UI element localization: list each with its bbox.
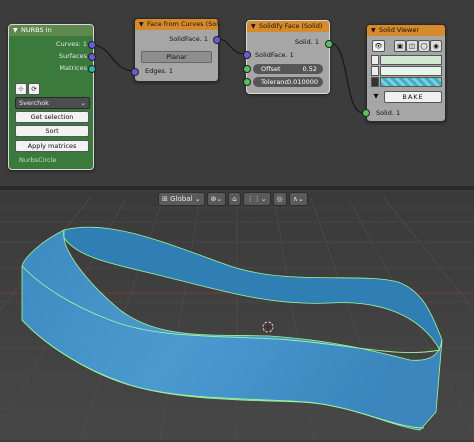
vertex-color-swatch[interactable]	[380, 55, 442, 65]
socket-matrices[interactable]	[88, 65, 96, 73]
offset-field[interactable]: Offset 0.52	[253, 64, 323, 74]
3d-viewport[interactable]	[0, 190, 474, 441]
tolerance-label: Toleranc	[261, 78, 288, 86]
socket-surfaces[interactable]	[88, 53, 96, 61]
edge-color-swatch[interactable]	[380, 66, 442, 76]
edge-row-icon	[371, 66, 379, 76]
link-solid	[329, 42, 364, 114]
nurbs-in-node[interactable]: ▼ NURBS In Curves: 1 Surfaces Matrices ⊹…	[8, 24, 94, 170]
socket-curves[interactable]	[88, 41, 96, 49]
socket-offset-in[interactable]	[243, 65, 251, 73]
solidify-face-node[interactable]: ▼ Solidify Face (Solid) Solid. 1 SolidFa…	[246, 20, 330, 94]
node-header[interactable]: ▼ NURBS In	[9, 25, 93, 36]
shading-icon[interactable]: ◉	[430, 40, 442, 52]
bake-label: BAKE	[402, 93, 424, 101]
viewport-header-toolbar: ⊞ Global ⌄ ⊛⌄ ⌂ ⋮⋮⌄ ◎ ∧⌄	[158, 192, 308, 206]
output-solidface: SolidFace. 1	[169, 35, 208, 43]
collapse-arrow-icon[interactable]: ▼	[13, 25, 18, 36]
collapse-arrow-icon[interactable]: ▼	[371, 25, 376, 36]
edge-mode-icon[interactable]: ◫	[406, 40, 418, 52]
apply-matrices-button[interactable]: Apply matrices	[15, 140, 89, 152]
tolerance-field[interactable]: Toleranc 0.010000	[253, 77, 323, 87]
bake-button[interactable]: BAKE	[384, 91, 442, 103]
socket-edges-in[interactable]	[131, 68, 139, 76]
node-title: Solid Viewer	[379, 26, 420, 34]
snap-toggle[interactable]: ⌂	[228, 192, 241, 206]
collapse-arrow-icon[interactable]: ▼	[251, 21, 256, 32]
planar-button[interactable]: Planar	[141, 51, 212, 63]
viewport-scene	[0, 190, 474, 441]
node-title: Face from Curves (Soli...	[147, 20, 218, 28]
output-curves: Curves: 1	[56, 40, 87, 48]
refresh-icon[interactable]: ⟳	[28, 83, 40, 95]
orientation-value: Global	[170, 195, 193, 203]
proportional-edit-toggle[interactable]: ◎	[272, 192, 287, 206]
falloff-icon: ∧⌄	[292, 195, 304, 203]
vertex-mode-icon[interactable]: ▣	[394, 40, 406, 52]
pivot-point-dropdown[interactable]: ⊛⌄	[206, 192, 227, 206]
input-solidface: SolidFace. 1	[255, 51, 294, 59]
input-edges: Edges. 1	[145, 67, 174, 75]
snap-target-dropdown[interactable]: ⋮⋮⌄	[242, 192, 271, 206]
link-curves-to-edges	[91, 44, 135, 72]
sort-button[interactable]: Sort	[15, 125, 89, 137]
input-solid: Solid. 1	[376, 109, 401, 117]
socket-tolerance-in[interactable]	[243, 78, 251, 86]
snap-target-icon: ⋮⋮⌄	[246, 195, 267, 203]
socket-solidface-in[interactable]	[243, 51, 251, 59]
face-row-icon	[371, 77, 379, 87]
filter-icon[interactable]: ▼	[371, 91, 381, 101]
offset-label: Offset	[261, 65, 281, 73]
object-name: NurbsCircle	[19, 156, 57, 164]
face-color-swatch[interactable]	[380, 77, 442, 87]
eye-icon[interactable]: 👁	[372, 40, 385, 52]
transform-orientation-dropdown[interactable]: ⊞ Global ⌄	[158, 192, 205, 206]
link-solidface	[216, 38, 247, 55]
chevron-down-icon: ⌄	[80, 99, 86, 107]
node-title: NURBS In	[21, 26, 52, 34]
dropdown-value: Sverchok	[19, 99, 49, 107]
offset-value: 0.52	[302, 65, 317, 73]
face-from-curves-node[interactable]: ▼ Face from Curves (Soli... SolidFace. 1…	[134, 18, 219, 82]
socket-solid-out[interactable]	[325, 40, 333, 48]
socket-solidface-out[interactable]	[213, 36, 221, 44]
output-surfaces: Surfaces	[58, 52, 87, 60]
output-solid: Solid. 1	[294, 38, 319, 46]
chevron-down-icon: ⌄	[194, 195, 201, 203]
tolerance-value: 0.010000	[286, 78, 318, 86]
node-header[interactable]: ▼ Face from Curves (Soli...	[135, 19, 218, 30]
vertex-row-icon	[371, 55, 379, 65]
proportional-edit-icon: ◎	[276, 195, 283, 203]
snap-icon: ⌂	[232, 195, 237, 203]
pivot-icon: ⊛⌄	[210, 195, 223, 203]
node-editor[interactable]: ▼ NURBS In Curves: 1 Surfaces Matrices ⊹…	[0, 0, 474, 186]
implementation-dropdown[interactable]: Sverchok ⌄	[15, 97, 90, 109]
node-title: Solidify Face (Solid)	[259, 22, 323, 30]
face-mode-icon[interactable]: ◯	[418, 40, 430, 52]
socket-solid-in[interactable]	[362, 109, 370, 117]
get-selection-button[interactable]: Get selection	[15, 111, 89, 123]
node-header[interactable]: ▼ Solidify Face (Solid)	[247, 21, 329, 32]
output-matrices: Matrices	[59, 64, 87, 72]
collapse-arrow-icon[interactable]: ▼	[139, 19, 144, 30]
solid-viewer-node[interactable]: ▼ Solid Viewer 👁 ▣ ◫ ◯ ◉ ▼ BAKE Solid. 1	[366, 24, 446, 122]
proportional-falloff-dropdown[interactable]: ∧⌄	[288, 192, 308, 206]
orientation-icon: ⊞	[162, 195, 168, 203]
pick-object-button[interactable]: ⊹	[15, 83, 27, 95]
node-header[interactable]: ▼ Solid Viewer	[367, 25, 445, 36]
